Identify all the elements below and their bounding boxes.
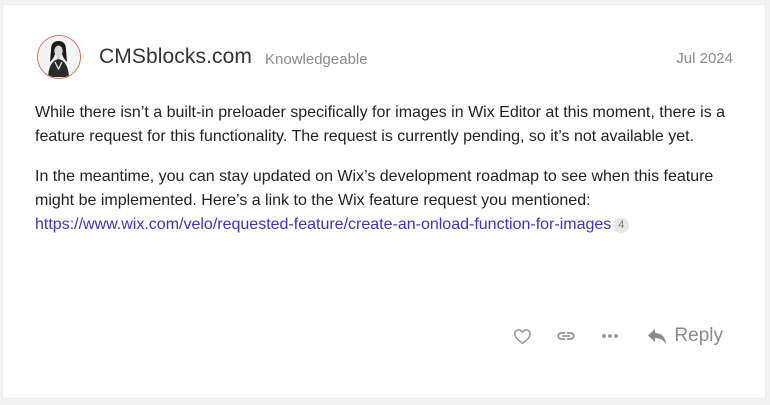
post-date[interactable]: Jul 2024 [676,50,733,67]
link-click-count-badge: 4 [613,218,630,233]
avatar[interactable] [37,35,81,79]
more-options-button[interactable] [595,321,625,351]
post-card: CMSblocks.com Knowledgeable Jul 2024 Whi… [2,4,766,399]
post-paragraph-text: In the meantime, you can stay updated on… [35,168,714,209]
post-actions: Reply [493,321,723,351]
feature-request-link[interactable]: https://www.wix.com/velo/requested-featu… [35,216,611,233]
username[interactable]: CMSblocks.com [99,45,252,69]
copy-link-button[interactable] [551,321,581,351]
more-icon [602,334,619,338]
reply-label: Reply [674,325,723,346]
avatar-image [38,36,79,77]
post-body: While there isn’t a built-in preloader s… [35,101,735,253]
reply-button[interactable]: Reply [647,325,723,347]
user-title: Knowledgeable [265,51,368,68]
link-icon [557,332,576,340]
heart-icon [513,328,531,344]
post-paragraph: In the meantime, you can stay updated on… [35,165,735,237]
reply-icon [648,328,667,344]
post-paragraph: While there isn’t a built-in preloader s… [35,104,726,145]
like-button[interactable] [507,321,537,351]
